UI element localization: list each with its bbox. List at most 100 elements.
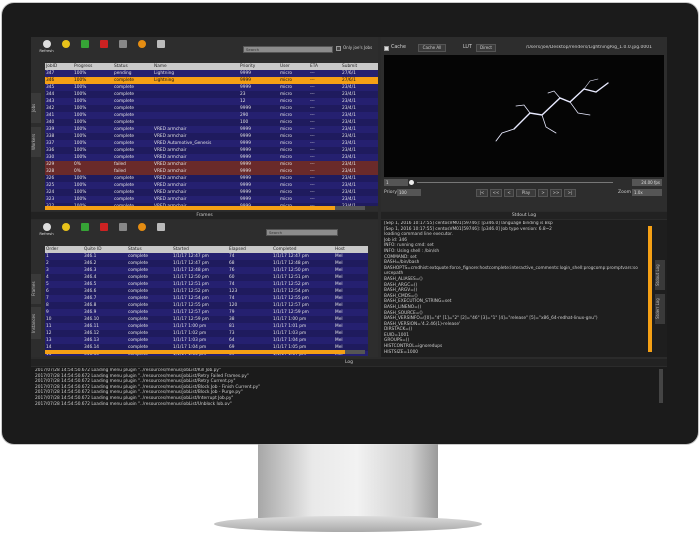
image-viewport[interactable] <box>384 55 664 177</box>
only-mine-checkbox[interactable] <box>336 46 341 51</box>
go-first-button[interactable]: |< <box>476 189 488 197</box>
pause-button[interactable] <box>58 39 73 55</box>
frames-column-header[interactable]: Order <box>45 246 83 253</box>
table-row[interactable]: 345 100% complete 9999 micro --- 23/4/1 <box>45 84 378 91</box>
jobs-column-header[interactable]: Progress <box>73 63 113 70</box>
table-row[interactable]: 328 0% failed VRED armchair 9999 micro --- 23/4… <box>45 168 378 175</box>
jobs-column-header[interactable]: JobID <box>45 63 73 70</box>
table-row[interactable]: 5 346.5 complete 1/1/17 12:51 pm 74 1/1/17 12… <box>45 281 368 288</box>
table-cell: --- <box>309 161 341 168</box>
fps-field[interactable]: 24.00 fps <box>632 179 662 186</box>
table-cell: 344 <box>45 91 73 98</box>
lut-select[interactable]: Direct <box>476 44 496 52</box>
step-forward-button[interactable]: > <box>538 189 548 197</box>
table-row[interactable]: 338 100% complete VRED armchair 9999 micro ---… <box>45 133 378 140</box>
table-row[interactable]: 1 346.1 complete 1/1/17 12:47 pm 74 1/1/17 12… <box>45 253 368 260</box>
frames-settings-button[interactable] <box>134 222 149 238</box>
table-cell: micro <box>279 182 309 189</box>
block-button[interactable] <box>115 39 130 55</box>
table-row[interactable]: 329 0% failed VRED armchair 9999 micro --- 23/4… <box>45 161 378 168</box>
frames-scrollbar[interactable] <box>45 350 365 354</box>
table-cell: --- <box>309 147 341 154</box>
table-row[interactable]: 324 100% complete VRED armchair 9999 micro ---… <box>45 189 378 196</box>
table-row[interactable]: 7 346.7 complete 1/1/17 12:54 pm 74 1/1/17 12… <box>45 295 368 302</box>
table-row[interactable]: 13 346.13 complete 1/1/17 1:03 pm 64 1/1/17 1… <box>45 337 368 344</box>
jobs-column-header[interactable]: Submit <box>341 63 378 70</box>
frames-column-header[interactable]: Elapsed <box>228 246 272 253</box>
jobs-column-header[interactable]: Status <box>113 63 153 70</box>
frames-kill-button[interactable] <box>96 222 111 238</box>
monitor-stand <box>258 444 438 518</box>
jobs-column-header[interactable]: User <box>279 63 309 70</box>
frame-spinbox[interactable]: 1 <box>384 179 408 186</box>
tab-workers[interactable]: Workers <box>31 127 41 157</box>
table-row[interactable]: 3 346.3 complete 1/1/17 12:48 pm 76 1/1/17 12… <box>45 267 368 274</box>
table-row[interactable]: 347 100% pending Lightning 9999 micro --- 27/6/… <box>45 70 378 77</box>
tab-stderr-log[interactable]: Stderr Log <box>655 294 665 324</box>
frames-column-header[interactable]: Quite ID <box>83 246 127 253</box>
frames-pause-button[interactable] <box>58 222 73 238</box>
table-row[interactable]: 343 100% complete 12 micro --- 23/4/1 <box>45 98 378 105</box>
frames-column-header[interactable]: Status <box>127 246 172 253</box>
table-row[interactable]: 326 100% complete VRED armchair 9999 micro ---… <box>45 175 378 182</box>
log-scrollbar[interactable] <box>659 369 663 403</box>
table-row[interactable]: 11 346.11 complete 1/1/17 1:00 pm 81 1/1/17 1… <box>45 323 368 330</box>
stdout-pane: [Sep 1, 2016 10:17:55] centosVM01[59746]… <box>381 220 667 357</box>
table-row[interactable]: 339 100% complete VRED armchair 9999 micro ---… <box>45 126 378 133</box>
table-row[interactable]: 346 100% complete Lightning 9999 micro --- 27/6… <box>45 77 378 84</box>
jobs-search-input[interactable]: Search <box>243 46 333 53</box>
tab-jobs[interactable]: Jobs <box>31 93 41 123</box>
step-back-button[interactable]: << <box>490 189 502 197</box>
timeline-handle[interactable] <box>409 180 414 185</box>
refresh-button[interactable]: Refresh <box>39 39 54 55</box>
table-row[interactable]: 337 100% complete VRED Automotive_Genesis 99… <box>45 140 378 147</box>
settings-button[interactable] <box>134 39 149 55</box>
table-cell: complete <box>127 330 172 337</box>
priority-field[interactable]: 100 <box>397 189 421 196</box>
frames-resume-button[interactable] <box>77 222 92 238</box>
jobs-column-header[interactable]: Priority <box>239 63 279 70</box>
jobs-scrollbar[interactable] <box>45 206 365 210</box>
tab-instances[interactable]: Instances <box>31 307 41 339</box>
table-row[interactable]: 341 100% complete 290 micro --- 23/4/1 <box>45 112 378 119</box>
table-row[interactable]: 336 100% complete VRED armchair 9999 micro ---… <box>45 147 378 154</box>
resume-button[interactable] <box>77 39 92 55</box>
fast-forward-button[interactable]: >> <box>550 189 562 197</box>
play-back-button[interactable]: < <box>504 189 514 197</box>
table-row[interactable]: 342 100% complete 9999 micro --- 23/4/1 <box>45 105 378 112</box>
table-row[interactable]: 330 100% complete VRED armchair 9999 micro ---… <box>45 154 378 161</box>
go-last-button[interactable]: >| <box>564 189 576 197</box>
table-row[interactable]: 323 100% complete VRED armchair 9999 micro ---… <box>45 196 378 203</box>
jobs-column-header[interactable]: Name <box>153 63 239 70</box>
table-row[interactable]: 325 100% complete VRED armchair 9999 micro ---… <box>45 182 378 189</box>
table-row[interactable]: 6 346.6 complete 1/1/17 12:52 pm 123 1/1/17 1… <box>45 288 368 295</box>
zoom-label: Zoom <box>618 190 631 195</box>
kill-button[interactable] <box>96 39 111 55</box>
table-cell: complete <box>127 302 172 309</box>
frames-approve-button[interactable] <box>153 222 168 238</box>
table-row[interactable]: 9 346.9 complete 1/1/17 12:57 pm 79 1/1/17 12… <box>45 309 368 316</box>
tab-stdout-log[interactable]: Stdout Log <box>655 260 665 290</box>
table-row[interactable]: 2 346.2 complete 1/1/17 12:47 pm 68 1/1/17 12… <box>45 260 368 267</box>
table-row[interactable]: 4 346.4 complete 1/1/17 12:50 pm 60 1/1/17 12… <box>45 274 368 281</box>
frames-column-header[interactable]: Completed <box>272 246 334 253</box>
tab-frames[interactable]: Frames <box>31 274 41 304</box>
table-row[interactable]: 8 346.8 complete 1/1/17 12:55 pm 120 1/1/17 1… <box>45 302 368 309</box>
table-row[interactable]: 340 100% complete 100 micro --- 23/4/1 <box>45 119 378 126</box>
play-button[interactable]: Play <box>516 189 536 197</box>
cache-all-button[interactable]: Cache All <box>418 44 446 52</box>
timeline-track[interactable] <box>417 182 613 183</box>
table-row[interactable]: 12 346.12 complete 1/1/17 1:02 pm 73 1/1/17 1… <box>45 330 368 337</box>
frames-refresh-button[interactable]: Refresh <box>39 222 54 238</box>
frames-column-header[interactable]: Started <box>172 246 228 253</box>
frames-column-header[interactable]: Host <box>334 246 368 253</box>
stdout-scrollbar[interactable] <box>648 226 652 352</box>
frames-search-input[interactable]: Search <box>266 229 338 236</box>
frames-block-button[interactable] <box>115 222 130 238</box>
approve-button[interactable] <box>153 39 168 55</box>
jobs-column-header[interactable]: ETA <box>309 63 341 70</box>
table-row[interactable]: 10 346.10 complete 1/1/17 12:59 pm 38 1/1/17 … <box>45 316 368 323</box>
table-row[interactable]: 344 100% complete 23 micro --- 23/4/1 <box>45 91 378 98</box>
zoom-select[interactable]: 1.0x <box>632 189 662 196</box>
cache-checkbox[interactable] <box>384 46 389 51</box>
